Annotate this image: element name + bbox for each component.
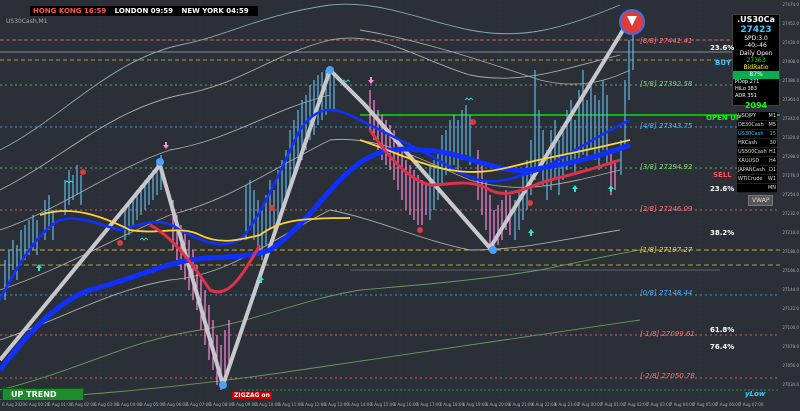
chart-symbol: US30Cash,M1: [6, 18, 48, 25]
time-axis-label: 6 Aug 09:00: [232, 402, 257, 407]
time-axis-label: 6 Aug 01:00: [48, 402, 73, 407]
watchlist-item[interactable]: MN: [737, 184, 777, 193]
time-axis-label: 6 Aug 20:00: [485, 402, 511, 407]
time-axis: 6 Aug 2020 6 Aug 00:20 6 Aug 01:00 6 Aug 02…: [0, 400, 782, 411]
panel-price: 27423: [740, 25, 772, 35]
watchlist-item[interactable]: USDJPY M1: [737, 112, 777, 121]
panel-last: 2094: [744, 100, 768, 110]
open-up-label: OPEN UP: [706, 114, 741, 122]
time-axis-label: 7 Aug 04:00: [669, 402, 695, 407]
fib-label: 61.8%: [710, 326, 735, 334]
level-5-8: [5/8] 27392.58: [640, 80, 693, 88]
time-axis-label: 7 Aug 01:00: [600, 402, 626, 407]
time-axis-label: 7 Aug 03:00: [646, 402, 672, 407]
watchlist-item[interactable]: JAPANCash D1: [737, 166, 777, 175]
panel-daily-open-label: Daily Open: [739, 49, 773, 57]
panel-change: -40:-46: [745, 42, 767, 50]
time-axis-label: 6 Aug 02:00: [71, 402, 96, 407]
fib-label: 76.4%: [710, 343, 735, 351]
london-time: LONDON 09:59: [114, 7, 174, 15]
newyork-time: NEW YORK 04:59: [181, 7, 249, 15]
panel-spread: SPD:3.0: [744, 35, 768, 42]
fib-label: 38.2%: [710, 229, 735, 237]
time-axis-label: 6 Aug 21:00: [508, 402, 534, 407]
price-axis: 27474.0 27452.0 27430.0 27408.0 27386.0 273…: [782, 2, 799, 387]
session-clock-bar: HONG KONG 16:59 LONDON 09:59 NEW YORK 04…: [30, 6, 258, 16]
level-8-8: [8/8] 27441.41: [640, 37, 693, 45]
time-axis-label: 6 Aug 03:00: [94, 402, 119, 407]
level-1-8: [1/8] 27197.27: [640, 246, 693, 254]
time-axis-label: 6 Aug 10:00: [255, 402, 280, 407]
panel-symbol: .US30Ca: [737, 15, 775, 24]
time-axis-label: 6 Aug 12:00: [301, 402, 326, 407]
watchlist-item[interactable]: US500Cash H1: [737, 148, 777, 157]
time-axis-label: 6 Aug 08:00: [209, 402, 234, 407]
time-axis-label: 7 Aug 06:00: [715, 402, 741, 407]
panel-stat-row: ADR 351: [735, 93, 757, 100]
level-0-8: [0/8] 27148.44: [640, 289, 693, 297]
level-minus2-8: [-2/8] 27050.78: [640, 372, 695, 380]
level-minus1-8: [-1/8] 27099.61: [640, 330, 695, 338]
time-axis-label: 6 Aug 19:00: [462, 402, 488, 407]
watchlist-item-active[interactable]: US30Cash 15: [737, 130, 777, 139]
level-3-8: [3/8] 27294.92: [640, 163, 693, 171]
time-axis-label: 6 Aug 23:00: [554, 402, 580, 407]
fib-label: 23.6%: [710, 185, 735, 193]
vwap-button[interactable]: VWAP: [748, 195, 774, 206]
symbol-info-panel: .US30Ca 27423 SPD:3.0 -40:-46 Daily Open…: [732, 14, 780, 110]
time-axis-label: 6 Aug 15:00: [370, 402, 395, 407]
broker-logo-icon: [619, 9, 645, 35]
time-axis-label: 7 Aug 02:00: [623, 402, 649, 407]
panel-stat-row: PDop 271: [735, 78, 760, 85]
hongkong-time: HONG KONG 16:59: [33, 7, 107, 15]
zigzag-status-badge: ZIGZAG on: [232, 392, 272, 399]
panel-daily-open: 27363: [746, 56, 766, 64]
fib-label: 23.6%: [710, 44, 735, 52]
time-axis-label: 6 Aug 00:20: [25, 402, 50, 407]
ylow-label: yLow: [745, 390, 766, 398]
level-2-8: [2/8] 27246.09: [640, 205, 693, 213]
watchlist-item[interactable]: HKCash 30: [737, 139, 777, 148]
time-axis-label: 7 Aug 00:00: [577, 402, 603, 407]
time-axis-label: 6 Aug 11:00: [278, 402, 303, 407]
time-axis-label: 6 Aug 07:00: [186, 402, 211, 407]
panel-bid-ratio-label: BidRatio: [743, 64, 769, 72]
symbol-watchlist: USDJPY M1 DE30Cash M5 US30Cash 15 HKCash 30 …: [737, 112, 777, 193]
sell-label: SELL: [713, 171, 732, 179]
watchlist-item[interactable]: WTICrude W1: [737, 175, 777, 184]
time-axis-label: 6 Aug 13:00: [324, 402, 349, 407]
time-axis-label: 6 Aug 2020: [2, 402, 26, 407]
time-axis-label: 7 Aug 07:00: [738, 402, 764, 407]
panel-bid-ratio: 87%: [733, 71, 779, 79]
time-axis-label: 6 Aug 22:00: [531, 402, 557, 407]
time-axis-label: 6 Aug 06:00: [163, 402, 188, 407]
time-axis-label: 6 Aug 17:00: [416, 402, 441, 407]
buy-label: BUY: [715, 59, 732, 67]
time-axis-label: 6 Aug 05:00: [140, 402, 165, 407]
time-axis-label: 7 Aug 05:00: [692, 402, 718, 407]
panel-stat-row: HiLo 383: [735, 86, 758, 93]
level-4-8: [4/8] 27343.75: [640, 122, 693, 130]
time-axis-label: 6 Aug 04:00: [117, 402, 142, 407]
watchlist-item[interactable]: XAUUSD H4: [737, 157, 777, 166]
time-axis-label: 6 Aug 14:00: [347, 402, 372, 407]
watchlist-item[interactable]: DE30Cash M5: [737, 121, 777, 130]
time-axis-label: 6 Aug 18:00: [439, 402, 464, 407]
time-axis-label: 6 Aug 16:00: [393, 402, 418, 407]
